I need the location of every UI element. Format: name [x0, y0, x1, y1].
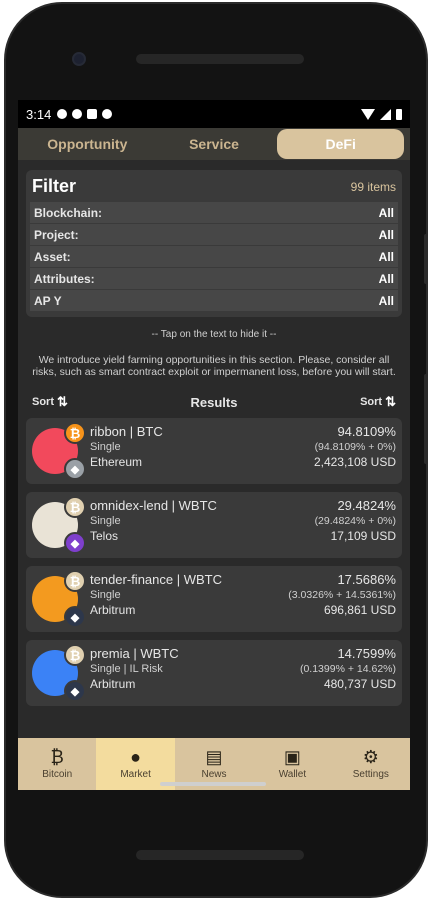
sort-label: Sort — [360, 396, 383, 408]
card-apy: 14.7599% — [337, 646, 396, 661]
card-name: omnidex-lend | WBTC — [90, 498, 217, 513]
card-tvl: 480,737 USD — [323, 677, 396, 691]
filter-label: AP Y — [34, 293, 62, 308]
intro-text[interactable]: We introduce yield farming opportunities… — [30, 354, 398, 378]
globe-icon — [102, 109, 113, 119]
card-tvl: 2,423,108 USD — [313, 455, 396, 469]
top-tabs: Opportunity Service DeFi — [18, 128, 410, 160]
card-chain: Telos — [90, 529, 119, 543]
filter-row-blockchain[interactable]: Blockchain: All — [30, 202, 398, 223]
filter-title: Filter — [32, 176, 77, 196]
filter-value: All — [378, 271, 394, 286]
wbtc-icon: ₿ — [64, 644, 86, 666]
filter-row-project[interactable]: Project: All — [30, 224, 398, 245]
news-icon: ▤ — [205, 747, 223, 767]
result-card-tender[interactable]: ₿ ◆ tender-finance | WBTC 17.5686% Single… — [26, 566, 402, 632]
shield-icon — [72, 109, 83, 119]
filter-label: Project: — [34, 227, 79, 242]
results-header: Sort ⇅ Results Sort ⇅ — [32, 394, 396, 410]
nav-label: News — [201, 769, 227, 780]
nav-label: Settings — [352, 769, 389, 780]
card-type: Single — [90, 441, 121, 453]
gear-icon — [57, 109, 68, 119]
filter-label: Asset: — [34, 249, 71, 264]
results-title: Results — [190, 394, 238, 410]
tab-opportunity[interactable]: Opportunity — [24, 129, 151, 159]
filter-row-attributes[interactable]: Attributes: All — [30, 268, 398, 289]
result-card-ribbon[interactable]: ₿ ◆ ribbon | BTC 94.8109% Single (94.8109%… — [26, 418, 402, 484]
clipboard-icon — [87, 109, 98, 119]
sort-name-button[interactable]: Sort ⇅ — [32, 394, 68, 410]
result-card-omnidex[interactable]: ₿ ◆ omnidex-lend | WBTC 29.4824% Single (2… — [26, 492, 402, 558]
nav-label: Wallet — [278, 769, 307, 780]
bottom-speaker — [136, 850, 304, 860]
bitcoin-icon: ₿ — [50, 747, 64, 767]
filter-header: Filter 99 items — [30, 174, 398, 201]
card-type: Single | IL Risk — [90, 663, 163, 675]
filter-value: All — [378, 205, 394, 220]
card-type: Single — [90, 515, 121, 527]
hide-hint[interactable]: -- Tap on the text to hide it -- — [18, 329, 410, 340]
power-button — [424, 234, 428, 284]
card-name: premia | WBTC — [90, 646, 179, 661]
settings-icon: ⚙ — [362, 747, 379, 767]
card-chain: Ethereum — [90, 455, 143, 469]
result-card-premia[interactable]: ₿ ◆ premia | WBTC 14.7599% Single | IL Ri… — [26, 640, 402, 706]
app-screen: 3:14 Opportunity Service DeFi Filter 99 … — [18, 100, 410, 790]
filter-value: All — [378, 293, 394, 308]
card-chain: Arbitrum — [90, 603, 136, 617]
volume-button — [424, 374, 428, 464]
gesture-bar[interactable] — [160, 782, 266, 786]
card-breakdown: (29.4824% + 0%) — [314, 515, 396, 527]
sort-value-button[interactable]: Sort ⇅ — [360, 394, 396, 410]
tab-defi[interactable]: DeFi — [277, 129, 405, 159]
card-tvl: 17,109 USD — [330, 529, 396, 543]
card-breakdown: (0.1399% + 14.62%) — [299, 663, 396, 675]
bitcoin-icon: ₿ — [64, 422, 86, 444]
card-name: ribbon | BTC — [90, 424, 163, 439]
wallet-icon: ▣ — [283, 747, 301, 767]
wbtc-icon: ₿ — [64, 496, 86, 518]
card-name: tender-finance | WBTC — [90, 572, 222, 587]
card-breakdown: (94.8109% + 0%) — [314, 441, 396, 453]
sort-numeric-icon: ⇅ — [385, 394, 396, 409]
card-type: Single — [90, 589, 121, 601]
status-bar: 3:14 — [18, 100, 410, 128]
card-apy: 94.8109% — [337, 424, 396, 439]
card-apy: 29.4824% — [337, 498, 396, 513]
sort-label: Sort — [32, 396, 54, 408]
telos-icon: ◆ — [64, 532, 86, 554]
filter-row-asset[interactable]: Asset: All — [30, 246, 398, 267]
market-icon: ● — [130, 747, 142, 767]
ethereum-icon: ◆ — [64, 458, 86, 480]
wifi-icon — [361, 108, 375, 120]
tab-service[interactable]: Service — [151, 129, 278, 159]
card-apy: 17.5686% — [337, 572, 396, 587]
filter-label: Attributes: — [34, 271, 95, 286]
arbitrum-icon: ◆ — [64, 606, 86, 628]
wbtc-icon: ₿ — [64, 570, 86, 592]
sort-az-icon: ⇅ — [57, 394, 68, 409]
nav-label: Bitcoin — [42, 769, 73, 780]
top-speaker — [136, 54, 304, 64]
signal-icon — [380, 108, 391, 120]
card-tvl: 696,861 USD — [323, 603, 396, 617]
filter-row-apy[interactable]: AP Y All — [30, 290, 398, 311]
nav-label: Market — [120, 769, 151, 780]
filter-value: All — [378, 227, 394, 242]
filter-label: Blockchain: — [34, 205, 103, 220]
filter-value: All — [378, 249, 394, 264]
front-camera — [72, 52, 86, 66]
filter-count: 99 items — [350, 179, 396, 194]
status-time: 3:14 — [26, 106, 52, 122]
arbitrum-icon: ◆ — [64, 680, 86, 702]
nav-settings[interactable]: ⚙ Settings — [332, 738, 410, 790]
card-breakdown: (3.0326% + 14.5361%) — [288, 589, 396, 601]
filter-panel: Filter 99 items Blockchain: All Project:… — [26, 170, 402, 317]
battery-icon — [396, 108, 402, 120]
nav-bitcoin[interactable]: ₿ Bitcoin — [18, 738, 96, 790]
defi-content[interactable]: Filter 99 items Blockchain: All Project:… — [18, 160, 410, 738]
card-chain: Arbitrum — [90, 677, 136, 691]
